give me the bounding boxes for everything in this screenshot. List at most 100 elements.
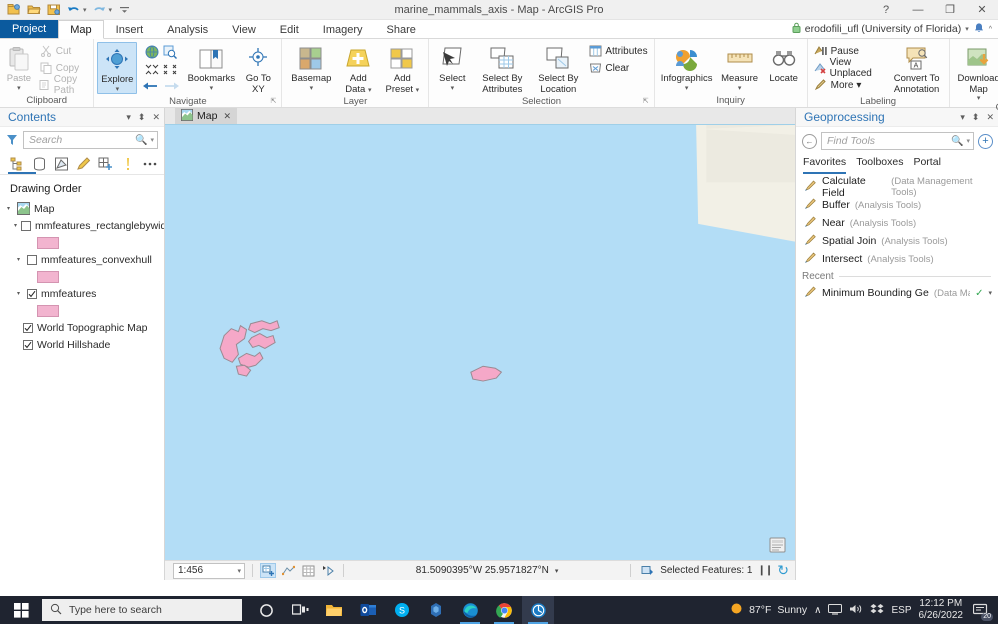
map-scale-selector[interactable]: 1:456 ▾ <box>173 562 245 579</box>
fixed-zoom-out-icon[interactable] <box>163 64 177 78</box>
toc-layer-world-topographic-map[interactable]: World Topographic Map <box>0 319 164 336</box>
measure-button[interactable]: Measure ▾ <box>717 42 763 92</box>
tab-view[interactable]: View <box>220 20 268 38</box>
toc-layer-world-hillshade[interactable]: World Hillshade <box>0 336 164 353</box>
tab-toolboxes[interactable]: Toolboxes <box>856 156 903 174</box>
tool-options-dropdown-icon[interactable]: ▾ <box>988 289 992 297</box>
arcgis-pro-icon[interactable] <box>522 596 554 624</box>
refresh-icon[interactable]: ↻ <box>777 562 789 579</box>
tab-edit[interactable]: Edit <box>268 20 311 38</box>
map-scale-dropdown-icon[interactable]: ▾ <box>237 567 241 575</box>
basemap-dropdown-icon[interactable]: ▾ <box>310 85 314 92</box>
toc-layer-mmfeatures-rectanglebywidth[interactable]: ▾ mmfeatures_rectanglebywidth <box>0 217 164 234</box>
tab-portal[interactable]: Portal <box>913 156 940 174</box>
add-tool-icon[interactable]: + <box>978 133 993 149</box>
redo-dropdown-icon[interactable]: ▾ <box>109 6 113 14</box>
task-view-icon[interactable] <box>284 596 316 624</box>
more-labeling-button[interactable]: More ▾ <box>811 77 887 93</box>
add-data-dropdown-icon[interactable]: ▾ <box>368 87 372 94</box>
search-icon[interactable]: 🔍 <box>135 135 147 146</box>
explore-dropdown-icon[interactable]: ▾ <box>116 86 120 93</box>
explore-button[interactable]: Explore ▾ <box>97 42 138 94</box>
selection-dialog-launcher[interactable]: ⇱ <box>643 97 649 105</box>
toc-map-node[interactable]: ▾ Map <box>0 200 164 217</box>
tab-imagery[interactable]: Imagery <box>311 20 375 38</box>
zoom-selection-icon[interactable] <box>163 45 178 62</box>
measure-dropdown-icon[interactable]: ▾ <box>738 85 742 92</box>
notifications-icon[interactable] <box>973 22 985 37</box>
infographics-dropdown-icon[interactable]: ▾ <box>685 85 689 92</box>
more-options-icon[interactable] <box>140 154 159 173</box>
tab-share[interactable]: Share <box>375 20 428 38</box>
measure-tool-icon[interactable] <box>280 563 296 578</box>
paste-dropdown-icon[interactable]: ▾ <box>17 85 21 92</box>
tool-item-intersect[interactable]: Intersect (Analysis Tools) <box>796 250 998 268</box>
new-project-icon[interactable] <box>5 2 22 18</box>
redo-icon[interactable] <box>91 2 108 18</box>
bookmarks-dropdown-icon[interactable]: ▾ <box>210 85 214 92</box>
basemap-button[interactable]: Basemap ▾ <box>285 42 337 92</box>
attributes-button[interactable]: Attributes <box>585 43 650 59</box>
previous-extent-icon[interactable] <box>142 80 158 95</box>
layer-symbol-swatch[interactable] <box>37 304 59 317</box>
tab-favorites[interactable]: Favorites <box>803 156 847 174</box>
network-icon[interactable] <box>828 603 843 618</box>
apps-icon[interactable] <box>420 596 452 624</box>
toc-layer-mmfeatures-convexhull[interactable]: ▾ mmfeatures_convexhull <box>0 251 164 268</box>
fixed-zoom-in-icon[interactable] <box>145 64 159 78</box>
customize-qat-icon[interactable] <box>116 2 133 18</box>
close-button[interactable]: ✕ <box>966 0 998 20</box>
tool-item-near[interactable]: Near (Analysis Tools) <box>796 214 998 232</box>
go-to-xy-button[interactable]: Go To XY <box>238 42 278 95</box>
weather-widget[interactable]: 87°F Sunny <box>730 602 807 618</box>
list-by-data-source-icon[interactable] <box>30 154 49 173</box>
map-coordinates-dropdown-icon[interactable]: ▾ <box>555 567 559 575</box>
dropbox-icon[interactable] <box>870 603 884 618</box>
tool-item-calculate-field[interactable]: Calculate Field (Data Management Tools) <box>796 175 998 199</box>
find-tools-input[interactable]: Find Tools 🔍 ▾ <box>821 132 974 150</box>
list-by-drawing-order-icon[interactable] <box>8 154 27 173</box>
tool-item-minimum-bounding-geometry[interactable]: Minimum Bounding Geometry (Data Ma... ✓ … <box>796 284 998 302</box>
skype-icon[interactable]: S <box>386 596 418 624</box>
overview-map-icon[interactable] <box>767 536 787 554</box>
taskbar-search-input[interactable]: Type here to search <box>42 599 242 621</box>
expand-arrow-icon[interactable]: ▾ <box>4 205 13 212</box>
filter-icon[interactable] <box>5 133 19 147</box>
tab-project[interactable]: Project <box>0 20 59 38</box>
search-icon[interactable]: 🔍 <box>951 136 963 147</box>
layer-visibility-checkbox[interactable] <box>27 254 37 265</box>
layer-visibility-checkbox[interactable] <box>27 288 37 299</box>
contents-pin-icon[interactable]: ⬍ <box>138 112 146 123</box>
add-preset-dropdown-icon[interactable]: ▾ <box>416 87 420 94</box>
expand-arrow-icon[interactable]: ▾ <box>14 290 23 297</box>
find-tools-dropdown-icon[interactable]: ▾ <box>966 137 970 145</box>
layer-symbol-swatch[interactable] <box>37 270 59 283</box>
toc-layer-mmfeatures[interactable]: ▾ mmfeatures <box>0 285 164 302</box>
tool-item-buffer[interactable]: Buffer (Analysis Tools) <box>796 196 998 214</box>
select-by-attributes-button[interactable]: Select By Attributes <box>473 42 531 95</box>
undo-icon[interactable] <box>65 2 82 18</box>
select-by-location-button[interactable]: Select By Location <box>532 42 584 95</box>
edge-icon[interactable] <box>454 596 486 624</box>
volume-icon[interactable] <box>849 603 863 618</box>
add-preset-button[interactable]: Add Preset ▾ <box>379 42 425 95</box>
geoprocessing-pin-icon[interactable]: ⬍ <box>972 112 980 123</box>
layer-visibility-checkbox[interactable] <box>23 322 33 333</box>
chrome-icon[interactable] <box>488 596 520 624</box>
navigation-mode-icon[interactable] <box>320 563 336 578</box>
layer-symbol-swatch[interactable] <box>37 236 59 249</box>
minimize-button[interactable]: — <box>902 0 934 20</box>
list-by-selection-icon[interactable] <box>52 154 71 173</box>
tab-insert[interactable]: Insert <box>104 20 156 38</box>
list-by-labeling-icon[interactable] <box>118 154 137 173</box>
geoprocessing-close-icon[interactable]: ✕ <box>986 112 994 123</box>
language-icon[interactable]: ESP <box>891 605 911 616</box>
account-area[interactable]: erodofili_ufl (University of Florida) ▾ … <box>792 20 998 38</box>
copy-path-button[interactable]: Copy Path <box>36 74 91 96</box>
tool-item-spatial-join[interactable]: Spatial Join (Analysis Tools) <box>796 232 998 250</box>
cortana-icon[interactable] <box>250 596 282 624</box>
undo-dropdown-icon[interactable]: ▾ <box>83 6 87 14</box>
add-data-button[interactable]: Add Data ▾ <box>338 42 378 95</box>
restore-button[interactable]: ❐ <box>934 0 966 20</box>
cut-button[interactable]: Cut <box>36 43 91 59</box>
